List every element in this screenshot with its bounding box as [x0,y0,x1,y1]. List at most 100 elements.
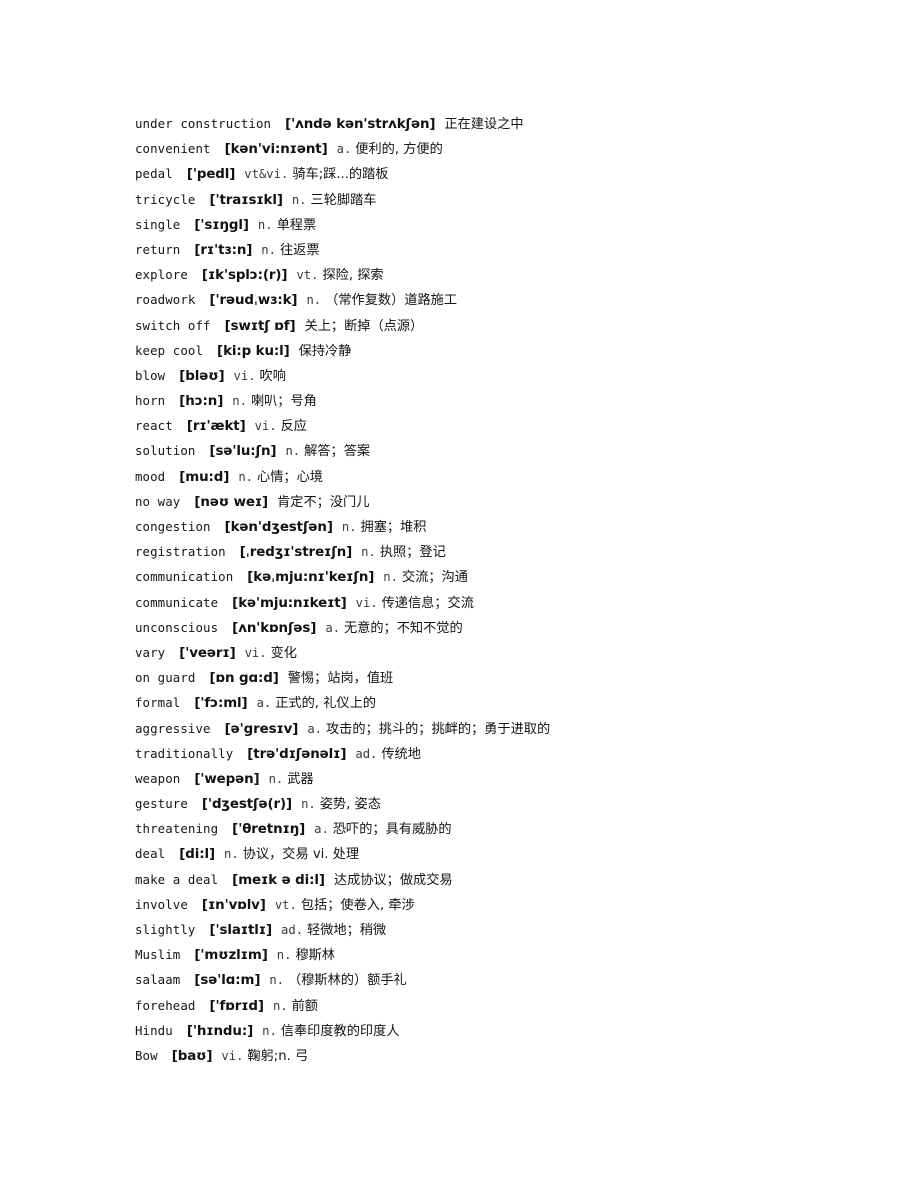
vocabulary-entry: roadwork ['rəudˌwɜ:k] n. （常作复数）道路施工 [135,287,875,312]
entry-gloss: 鞠躬;n. 弓 [247,1048,309,1064]
entry-phonetic: ['fɒrɪd] [209,998,264,1014]
entry-term: keep cool [135,342,204,358]
vocabulary-entry: communicate [kə'mju:nɪkeɪt] vi. 传递信息；交流 [135,590,875,615]
entry-term: threatening [135,821,219,837]
entry-gloss: 武器 [287,771,314,787]
entry-phonetic: [rɪ'tɜ:n] [194,242,253,258]
vocabulary-entry: single ['sɪŋgl] n. 单程票 [135,212,875,237]
entry-phonetic: ['sɪŋgl] [194,217,249,233]
vocabulary-entry: deal [di:l] n. 协议，交易 vi. 处理 [135,841,875,866]
entry-gloss: 姿势, 姿态 [319,797,381,813]
entry-term: Muslim [135,947,181,963]
entry-gloss: 执照；登记 [379,545,446,561]
entry-phonetic: [trə'dɪʃənəlɪ] [247,746,347,762]
entry-term: solution [135,443,196,459]
entry-term: switch off [135,317,211,333]
vocabulary-entry: convenient [kən'vi:nɪənt] a. 便利的, 方便的 [135,136,875,161]
entry-gloss: 探险, 探索 [322,268,384,284]
entry-gloss: （常作复数）道路施工 [325,293,458,309]
entry-part-of-speech: n. [224,847,239,862]
entry-gloss: 前额 [291,998,318,1014]
entry-phonetic: ['rəudˌwɜ:k] [209,293,298,309]
entry-term: forehead [135,997,196,1013]
vocabulary-entry: congestion [kən'dʒestʃən] n. 拥塞；堆积 [135,514,875,539]
entry-phonetic: [ki:p ku:l] [217,343,290,359]
entry-gloss: 传统地 [381,746,421,762]
vocabulary-entry: tricycle ['traɪsɪkl] n. 三轮脚踏车 [135,187,875,212]
entry-part-of-speech: vt. [296,268,319,283]
entry-part-of-speech: n. [306,293,322,308]
entry-term: horn [135,393,166,409]
entry-part-of-speech: ad. [281,923,304,937]
entry-gloss: 三轮脚踏车 [310,192,377,208]
entry-term: involve [135,896,188,912]
entry-gloss: 攻击的；挑斗的；挑衅的；勇于进取的 [326,721,551,737]
entry-gloss: 协议，交易 vi. 处理 [242,847,360,863]
entry-gloss: 保持冷静 [298,343,352,359]
entry-phonetic: ['fɔ:ml] [194,696,248,712]
entry-term: Hindu [135,1022,173,1038]
entry-phonetic: ['veərɪ] [179,645,236,661]
entry-part-of-speech: ad. [355,746,378,761]
entry-term: no way [135,493,181,509]
entry-term: explore [135,267,188,283]
vocabulary-entry: Bow [baʊ] vi. 鞠躬;n. 弓 [135,1043,875,1068]
entry-term: mood [135,468,166,484]
vocabulary-entry: pedal ['pedl] vt&vi. 骑车;踩...的踏板 [135,161,875,186]
vocabulary-entry: vary ['veərɪ] vi. 变化 [135,640,875,665]
entry-term: under construction [135,116,272,131]
vocabulary-entry: weapon ['wepən] n. 武器 [135,766,875,791]
entry-term: pedal [135,166,173,182]
entry-part-of-speech: n. [261,242,276,257]
entry-gloss: 恐吓的；具有威胁的 [332,822,452,838]
entry-phonetic: [ə'gresɪv] [224,721,299,737]
entry-part-of-speech: vt&vi. [244,167,289,182]
entry-phonetic: ['ʌndə kən'strʌkʃən] [285,117,436,132]
entry-phonetic: ['wepən] [194,771,260,787]
entry-part-of-speech: vi. [221,1048,244,1063]
vocabulary-entry: on guard [ɒn gɑ:d] 警惕；站岗，值班 [135,665,875,690]
entry-part-of-speech: vi. [233,368,256,383]
entry-phonetic: [baʊ] [171,1048,213,1064]
entry-gloss: 变化 [270,645,297,661]
entry-gloss: 包括；使卷入, 牵涉 [300,897,415,913]
entry-term: unconscious [135,619,219,635]
vocabulary-entry: slightly ['slaɪtlɪ] ad. 轻微地；稍微 [135,917,875,942]
entry-part-of-speech: vi. [355,595,378,610]
entry-phonetic: [hɔ:n] [179,394,224,410]
entry-term: convenient [135,141,211,157]
entry-gloss: 警惕；站岗，值班 [287,671,394,687]
entry-part-of-speech: n. [257,217,273,232]
entry-part-of-speech: n. [268,771,284,786]
entry-term: make a deal [135,871,219,887]
entry-phonetic: [rɪ'ækt] [186,419,246,435]
entry-phonetic: ['slaɪtlɪ] [209,923,273,938]
entry-gloss: 心情；心境 [257,469,323,485]
vocabulary-entry: react [rɪ'ækt] vi. 反应 [135,413,875,438]
entry-phonetic: ['pedl] [186,167,236,183]
entry-phonetic: ['hɪndu:] [186,1023,254,1039]
entry-part-of-speech: n. [232,394,247,409]
vocabulary-entry: Hindu ['hɪndu:] n. 信奉印度教的印度人 [135,1018,875,1043]
entry-gloss: 解答；答案 [304,444,371,460]
entry-gloss: 骑车;踩...的踏板 [292,167,389,183]
vocabulary-entry: traditionally [trə'dɪʃənəlɪ] ad. 传统地 [135,741,875,766]
entry-part-of-speech: a. [307,721,322,736]
entry-part-of-speech: n. [341,520,357,534]
entry-gloss: 关上；断掉（点源） [304,318,424,334]
entry-phonetic: [kən'dʒestʃən] [224,520,333,535]
vocabulary-entry: horn [hɔ:n] n. 喇叭；号角 [135,388,875,413]
vocabulary-entry: Muslim ['mʊzlɪm] n. 穆斯林 [135,942,875,967]
entry-part-of-speech: a. [325,620,340,635]
vocabulary-list: under construction ['ʌndə kən'strʌkʃən] 正在… [135,111,875,1068]
entry-term: react [135,418,173,434]
entry-gloss: 信奉印度教的印度人 [280,1023,400,1039]
entry-phonetic: [swɪtʃ ɒf] [224,318,296,334]
entry-gloss: 便利的, 方便的 [355,142,443,158]
entry-term: communication [135,569,234,585]
entry-term: weapon [135,770,181,786]
entry-term: single [135,216,181,232]
entry-phonetic: [bləʊ] [179,368,225,384]
entry-gloss: 传递信息；交流 [381,595,474,611]
entry-phonetic: [kə'mju:nɪkeɪt] [232,595,347,611]
